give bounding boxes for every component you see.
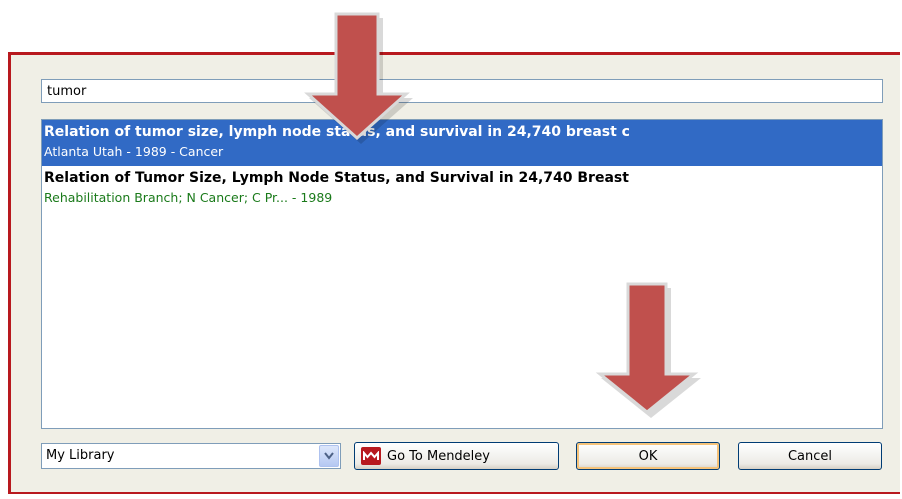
arrow-down-icon <box>595 282 701 418</box>
cancel-label: Cancel <box>787 448 833 464</box>
list-item[interactable]: Relation of Tumor Size, Lymph Node Statu… <box>42 166 882 212</box>
go-to-mendeley-button[interactable]: Go To Mendeley <box>354 442 559 470</box>
item-title: Relation of tumor size, lymph node statu… <box>44 124 630 140</box>
go-to-mendeley-label: Go To Mendeley <box>387 448 490 464</box>
ok-button[interactable]: OK <box>576 442 720 470</box>
library-value: My Library <box>46 448 115 463</box>
results-list[interactable]: Relation of tumor size, lymph node statu… <box>41 119 883 429</box>
search-input[interactable] <box>41 79 883 103</box>
mendeley-logo-icon <box>361 447 381 465</box>
chevron-down-icon[interactable] <box>319 445 339 467</box>
citation-dialog: Relation of tumor size, lymph node statu… <box>8 52 900 494</box>
arrow-down-icon <box>304 12 413 144</box>
item-title: Relation of Tumor Size, Lymph Node Statu… <box>44 170 629 186</box>
cancel-button[interactable]: Cancel <box>738 442 882 470</box>
item-meta: Rehabilitation Branch; N Cancer; C Pr...… <box>44 190 333 205</box>
ok-label: OK <box>638 448 658 464</box>
library-select[interactable]: My Library <box>41 443 341 469</box>
list-item[interactable]: Relation of tumor size, lymph node statu… <box>42 120 882 166</box>
item-meta: Atlanta Utah - 1989 - Cancer <box>44 144 224 159</box>
